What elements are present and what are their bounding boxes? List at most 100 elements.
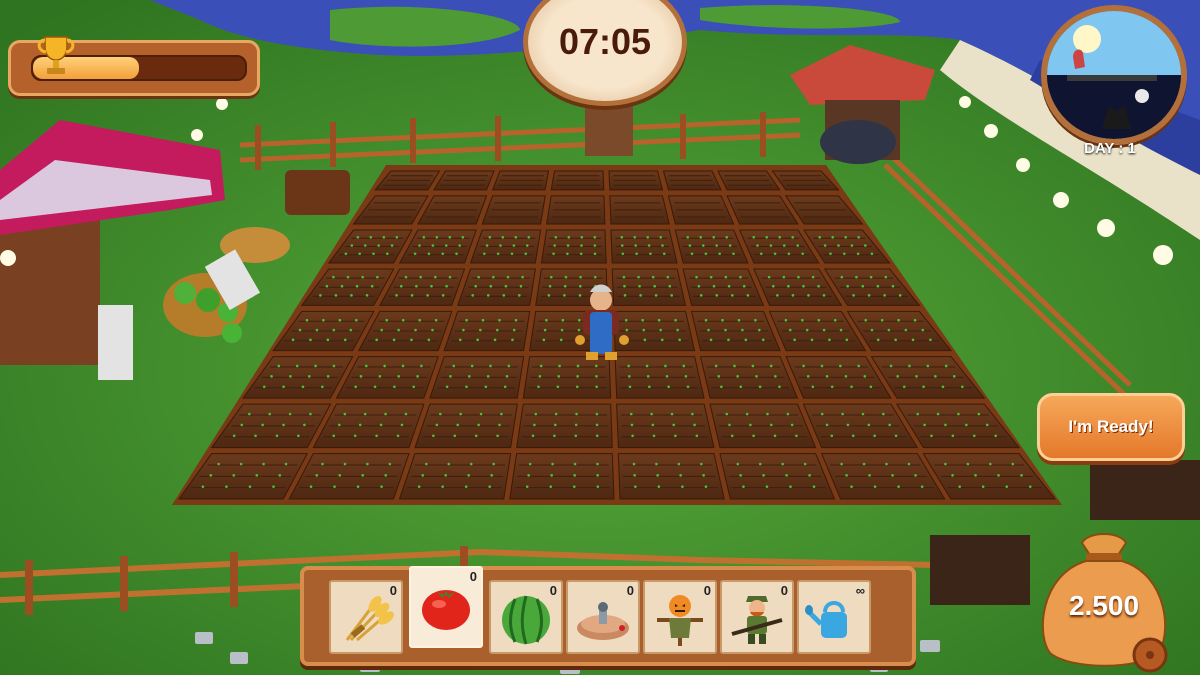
sprout — [825, 375, 829, 378]
sprout — [354, 385, 357, 389]
sprout — [707, 328, 710, 332]
sprout — [596, 474, 599, 477]
sprout — [646, 375, 650, 378]
sprout — [851, 434, 855, 438]
sprout — [298, 328, 302, 332]
hotbar-slot-watering-can[interactable]: ∞ — [797, 580, 871, 654]
sprout — [637, 275, 640, 279]
sprout — [439, 412, 442, 416]
sprout — [564, 275, 568, 279]
hotbar-slot-tomato[interactable]: 0 — [409, 566, 483, 648]
sprout — [554, 235, 558, 239]
sprout — [786, 412, 790, 416]
sprout — [557, 375, 561, 378]
sprout — [869, 275, 873, 279]
sprout — [839, 328, 843, 332]
sprout — [659, 328, 662, 332]
sprout — [471, 294, 475, 297]
hotbar-slot-scarecrow[interactable]: 0 — [643, 580, 717, 654]
sprout — [525, 485, 529, 488]
sprout — [787, 284, 790, 288]
sprout — [670, 294, 673, 297]
hotbar-slot-wheat[interactable]: 0 — [329, 580, 403, 654]
sprout — [383, 364, 386, 368]
sprout — [295, 364, 299, 368]
sprout — [914, 474, 917, 477]
sprout — [704, 252, 708, 256]
sprout — [465, 318, 468, 322]
sprout — [629, 412, 633, 416]
sprout — [926, 364, 930, 368]
hotbar-slot-hunter[interactable]: 0 — [720, 580, 794, 654]
sprout — [820, 412, 824, 416]
hotbar-slot-sprinkler[interactable]: 0 — [566, 580, 640, 654]
sprout — [621, 252, 625, 256]
sprout — [802, 364, 805, 368]
sprout — [354, 318, 358, 322]
sprout — [358, 252, 361, 256]
sprout — [321, 462, 324, 466]
sprout — [448, 235, 452, 239]
sprout — [554, 412, 558, 416]
sprout — [435, 235, 439, 239]
sprout — [209, 474, 213, 477]
sprout — [714, 364, 718, 368]
sprout — [977, 412, 981, 416]
sprout — [499, 244, 502, 247]
sprout — [885, 462, 888, 466]
hotbar-slot-watermelon[interactable]: 0 — [489, 580, 563, 654]
sprout — [624, 318, 628, 322]
sprout — [359, 375, 363, 378]
sprout — [795, 434, 798, 438]
sprout — [314, 364, 317, 368]
sprout — [384, 412, 387, 416]
sprout — [653, 284, 656, 288]
sprout — [841, 412, 844, 416]
sprout — [787, 252, 791, 256]
sprout — [867, 294, 871, 297]
sprout — [769, 423, 773, 427]
sprout — [704, 318, 708, 322]
sprout — [752, 235, 756, 239]
sprout — [465, 385, 468, 389]
sprout — [667, 385, 670, 389]
sprout — [765, 485, 769, 488]
sprout — [576, 375, 579, 378]
sprout — [808, 474, 811, 477]
sprout — [325, 284, 329, 288]
sprout — [575, 412, 578, 416]
sprout — [840, 462, 843, 466]
sprout — [704, 485, 708, 488]
slot-count: 0 — [549, 583, 557, 598]
sprout — [773, 434, 777, 438]
sprout — [907, 462, 911, 466]
sprout — [426, 294, 429, 297]
sprout — [303, 423, 306, 427]
sprout — [788, 328, 792, 332]
sprout — [400, 423, 404, 427]
sprout — [857, 235, 860, 239]
sprout — [801, 252, 805, 256]
ready-button[interactable]: I'm Ready! — [1037, 393, 1185, 461]
sprout — [315, 474, 319, 477]
sprout — [944, 462, 947, 466]
sprout — [498, 318, 501, 322]
sprout — [412, 385, 416, 389]
sprout — [759, 252, 763, 256]
sprout — [659, 235, 663, 239]
sprout — [778, 385, 781, 389]
sprout — [456, 423, 460, 427]
sprout — [957, 412, 960, 416]
sprout — [461, 235, 465, 239]
sprout — [941, 385, 945, 389]
sprout — [361, 474, 365, 477]
sprout — [911, 338, 915, 342]
sprout — [434, 275, 437, 279]
sprout — [712, 235, 716, 239]
sprout — [488, 235, 492, 239]
sprout — [701, 244, 705, 247]
sprout — [332, 364, 336, 368]
sprout — [343, 462, 347, 466]
sprout — [837, 244, 840, 247]
sprout — [307, 375, 311, 378]
